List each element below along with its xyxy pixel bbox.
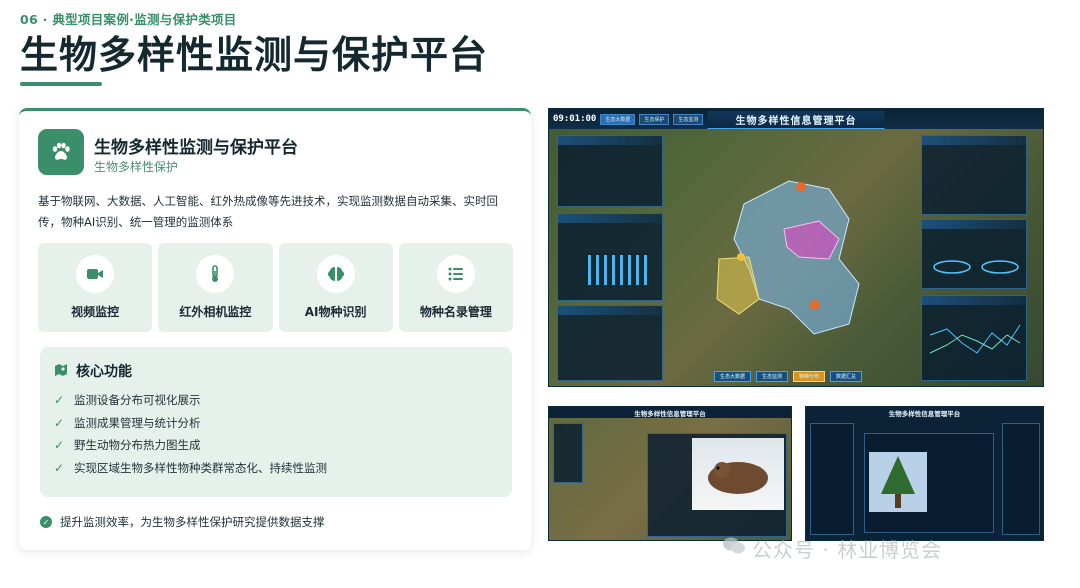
brain-icon (316, 255, 355, 293)
right-panel-intro (921, 135, 1027, 215)
check-icon: ✓ (54, 415, 65, 430)
paw-icon (38, 129, 84, 175)
wechat-icon (722, 536, 746, 561)
species-detail-panel (647, 433, 787, 537)
dashboard-subbar: 生物多样性信息管理平台 (549, 407, 791, 418)
line-chart (929, 324, 1021, 354)
feature-video-monitoring: 视频监控 (38, 243, 153, 332)
list-item: ✓ 实现区域生物多样性物种类群常态化、持续性监测 (54, 460, 327, 475)
dashboard-clock: 09:01:00 (553, 114, 597, 124)
list-item: ✓ 监测设备分布可视化展示 (54, 393, 201, 408)
sub-right-panel (1002, 423, 1040, 535)
core-function-list: ✓ 监测设备分布可视化展示 ✓ 监测成果管理与统计分析 ✓ 野生动物分布热力图生成 ✓… (54, 389, 327, 479)
species-photo (692, 438, 784, 510)
left-panel-stats (557, 135, 663, 207)
nav-button[interactable]: 生态监测 (756, 371, 789, 382)
feature-label: AI物种识别 (304, 305, 367, 319)
dashboard-species-screenshot: 生物多样性信息管理平台 (548, 406, 792, 541)
dashboard-tree-screenshot: 生物多样性信息管理平台 (805, 406, 1044, 541)
footer-note: ✓ 提升监测效率，为生物多样性保护研究提供数据支撑 (40, 514, 325, 530)
dashboard-bottom-nav: 生态大数据 生态监测 物种分布 数据汇总 (714, 371, 863, 382)
bar-chart (588, 255, 647, 285)
counter-rings (933, 260, 1019, 274)
list-item: ✓ 野生动物分布热力图生成 (54, 438, 201, 453)
mouse-image (708, 462, 768, 494)
sub-side-panel (553, 423, 583, 483)
check-icon: ✓ (54, 393, 65, 408)
core-functions-box: 核心功能 ✓ 监测设备分布可视化展示 ✓ 监测成果管理与统计分析 ✓ 野生动物分布热力… (40, 347, 512, 497)
dashboard-main-screenshot: 09:01:00 生态大数据 生态保护 生态监测 生物多样性信息管理平台 生态大… (548, 108, 1044, 387)
card-subtitle: 生物多样性保护 (94, 160, 179, 174)
feature-label: 视频监控 (71, 305, 120, 319)
feature-species-catalog: 物种名录管理 (398, 243, 513, 332)
card-title: 生物多样性监测与保护平台 (94, 138, 298, 158)
feature-label: 红外相机监控 (179, 305, 252, 319)
project-card: 生物多样性监测与保护平台 生物多样性保护 基于物联网、大数据、人工智能、红外热成… (19, 108, 531, 550)
feature-ai-species: AI物种识别 (278, 243, 393, 332)
tree-image (881, 456, 915, 508)
nav-button[interactable]: 数据汇总 (830, 371, 863, 382)
feature-infrared-camera: 红外相机监控 (158, 243, 273, 332)
core-title: 核心功能 (76, 364, 132, 380)
nav-button[interactable]: 物种分布 (793, 371, 826, 382)
video-camera-icon (76, 255, 115, 293)
right-panel-counters (921, 219, 1027, 289)
sub-side-panel (810, 423, 854, 535)
tree-detail-panel (864, 433, 994, 533)
feature-label: 物种名录管理 (419, 305, 492, 319)
tab-eco-monitoring[interactable]: 生态监测 (673, 113, 704, 125)
dashboard-title: 生物多样性信息管理平台 (707, 111, 885, 129)
left-panel-devices (557, 305, 663, 381)
tree-photo (869, 452, 927, 512)
tab-eco-bigdata[interactable]: 生态大数据 (600, 113, 636, 125)
right-panel-linechart (921, 295, 1027, 381)
title-underline (20, 82, 102, 86)
check-circle-icon: ✓ (40, 516, 52, 528)
left-panel-chart (557, 213, 663, 301)
nav-button[interactable]: 生态大数据 (714, 371, 752, 382)
check-icon: ✓ (54, 460, 65, 475)
list-item: ✓ 监测成果管理与统计分析 (54, 415, 201, 430)
tab-eco-protection[interactable]: 生态保护 (639, 113, 670, 125)
check-icon: ✓ (54, 438, 65, 453)
page-title: 生物多样性监测与保护平台 (20, 33, 489, 77)
list-icon (436, 255, 475, 293)
thermometer-icon (196, 255, 235, 293)
feature-tiles: 视频监控 红外相机监控 AI物种识别 物种名录管理 (38, 243, 513, 332)
dashboard-subbar: 生物多样性信息管理平台 (806, 407, 1043, 418)
map-pin-icon (54, 362, 68, 381)
card-description: 基于物联网、大数据、人工智能、红外热成像等先进技术，实现监测数据自动采集、实时回… (38, 194, 498, 229)
watermark: 公众号 · 林业博览会 (722, 534, 942, 563)
